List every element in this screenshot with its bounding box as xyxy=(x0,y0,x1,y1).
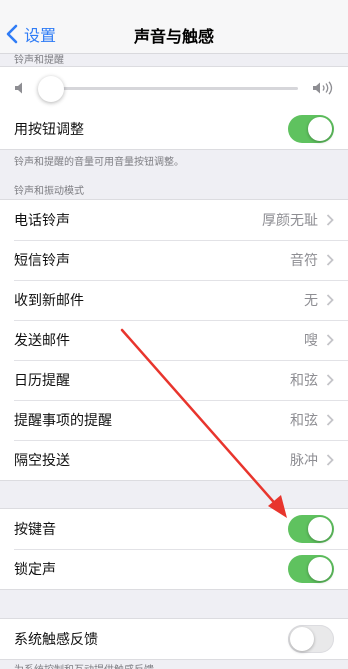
chevron-right-icon xyxy=(326,334,334,346)
ringer-section-footer: 铃声和提醒的音量可用音量按钮调整。 xyxy=(14,157,184,168)
list-item-label: 隔空投送 xyxy=(14,453,70,469)
list-item-value: 脉冲 xyxy=(290,453,318,469)
list-item-new-mail[interactable]: 收到新邮件 无 xyxy=(0,280,348,320)
ringer-group: 用按钮调整 xyxy=(0,66,348,150)
haptics-group: 系统触感反馈 xyxy=(0,618,348,660)
patterns-group: 电话铃声 厚颜无耻 短信铃声 音符 收到新邮件 无 发送邮件 嗖 日历提醒 和弦… xyxy=(0,199,348,481)
clicks-group: 按键音 锁定声 xyxy=(0,508,348,590)
list-item-sent-mail[interactable]: 发送邮件 嗖 xyxy=(0,320,348,360)
navigation-bar: 设置 声音与触感 xyxy=(0,0,348,54)
chevron-right-icon xyxy=(326,374,334,386)
toggle-knob xyxy=(308,517,332,541)
list-item-label: 电话铃声 xyxy=(14,213,70,229)
chevron-right-icon xyxy=(326,294,334,306)
list-item-label: 短信铃声 xyxy=(14,253,70,269)
lock-sound-row: 锁定声 xyxy=(0,549,348,589)
chevron-right-icon xyxy=(326,454,334,466)
adjust-with-buttons-label: 用按钮调整 xyxy=(14,122,84,138)
haptics-section-footer: 为系统控制和互动提供触感反馈。 xyxy=(14,661,164,669)
list-item-text-tone[interactable]: 短信铃声 音符 xyxy=(0,240,348,280)
list-item-value: 无 xyxy=(304,293,318,309)
toggle-knob xyxy=(308,117,332,141)
list-item-label: 提醒事项的提醒 xyxy=(14,413,112,429)
speaker-high-icon xyxy=(313,81,333,95)
list-item-airdrop[interactable]: 隔空投送 脉冲 xyxy=(0,440,348,480)
system-haptics-toggle[interactable] xyxy=(288,625,334,653)
list-item-value: 和弦 xyxy=(290,373,318,389)
adjust-with-buttons-row: 用按钮调整 xyxy=(0,109,348,149)
list-item-value: 音符 xyxy=(290,253,318,269)
slider-thumb[interactable] xyxy=(38,76,64,102)
list-item-label: 收到新邮件 xyxy=(14,293,84,309)
chevron-right-icon xyxy=(326,414,334,426)
list-item-value: 和弦 xyxy=(290,413,318,429)
toggle-knob xyxy=(308,557,332,581)
list-item-label: 发送邮件 xyxy=(14,333,70,349)
chevron-right-icon xyxy=(326,214,334,226)
list-item-label: 日历提醒 xyxy=(14,373,70,389)
slider-track[interactable] xyxy=(40,87,298,90)
system-haptics-row: 系统触感反馈 xyxy=(0,619,348,659)
list-item-reminder-alerts[interactable]: 提醒事项的提醒 和弦 xyxy=(0,400,348,440)
keyboard-clicks-label: 按键音 xyxy=(14,522,56,538)
list-item-calendar-alerts[interactable]: 日历提醒 和弦 xyxy=(0,360,348,400)
speaker-low-icon xyxy=(15,82,22,94)
list-item-value: 厚颜无耻 xyxy=(262,213,318,229)
list-item-value: 嗖 xyxy=(304,333,318,349)
lock-sound-label: 锁定声 xyxy=(14,562,56,578)
system-haptics-label: 系统触感反馈 xyxy=(14,632,98,648)
keyboard-clicks-row: 按键音 xyxy=(0,509,348,549)
page-title: 声音与触感 xyxy=(133,27,214,46)
patterns-section-header: 铃声和振动模式 xyxy=(14,186,84,197)
keyboard-clicks-toggle[interactable] xyxy=(288,515,334,543)
list-item-ringtone[interactable]: 电话铃声 厚颜无耻 xyxy=(0,200,348,240)
adjust-with-buttons-toggle[interactable] xyxy=(288,115,334,143)
chevron-right-icon xyxy=(326,254,334,266)
ringer-volume-slider[interactable] xyxy=(0,67,348,109)
lock-sound-toggle[interactable] xyxy=(288,555,334,583)
toggle-knob xyxy=(290,627,314,651)
